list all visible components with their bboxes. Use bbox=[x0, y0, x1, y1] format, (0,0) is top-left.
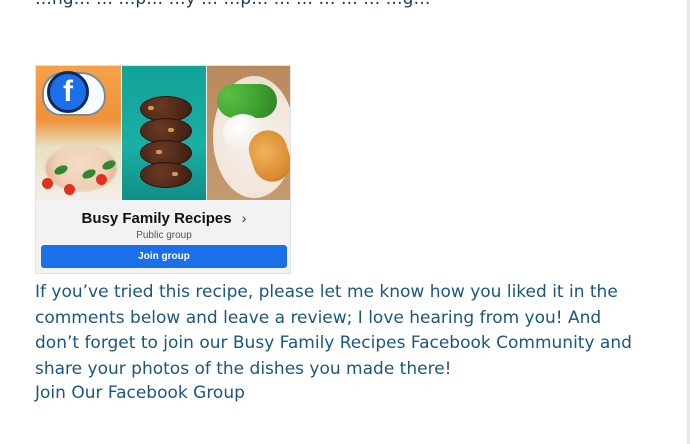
tomato bbox=[42, 178, 53, 189]
chip bbox=[171, 172, 178, 176]
group-title-row[interactable]: Busy Family Recipes › bbox=[36, 210, 290, 227]
join-facebook-group-link[interactable]: Join Our Facebook Group bbox=[35, 381, 245, 406]
cookie bbox=[139, 162, 192, 188]
join-group-button[interactable]: Join group bbox=[41, 245, 287, 268]
chevron-right-icon: › bbox=[241, 210, 247, 226]
photo-chicken-dinner bbox=[207, 66, 290, 200]
photo-cookie-stack bbox=[121, 66, 207, 200]
chip bbox=[167, 128, 174, 132]
chip bbox=[155, 150, 162, 154]
group-subtitle: Public group bbox=[136, 230, 192, 241]
group-photo-collage: f bbox=[36, 66, 290, 200]
recipe-invite-paragraph: If you’ve tried this recipe, please let … bbox=[35, 282, 632, 379]
facebook-letter: f bbox=[63, 75, 73, 108]
facebook-icon: f bbox=[47, 71, 89, 113]
facebook-group-card[interactable]: f Busy Family Recipes › Public group Joi… bbox=[35, 65, 291, 274]
group-title: Busy Family Recipes bbox=[81, 210, 232, 227]
top-text-partial: …ng… … …p… …y … …p… … … … … … …g… bbox=[35, 0, 635, 10]
peas bbox=[217, 84, 278, 118]
tomato bbox=[96, 174, 107, 185]
tomato bbox=[64, 184, 75, 195]
photo-pasta-salad: f bbox=[36, 66, 121, 200]
chip bbox=[147, 106, 154, 110]
